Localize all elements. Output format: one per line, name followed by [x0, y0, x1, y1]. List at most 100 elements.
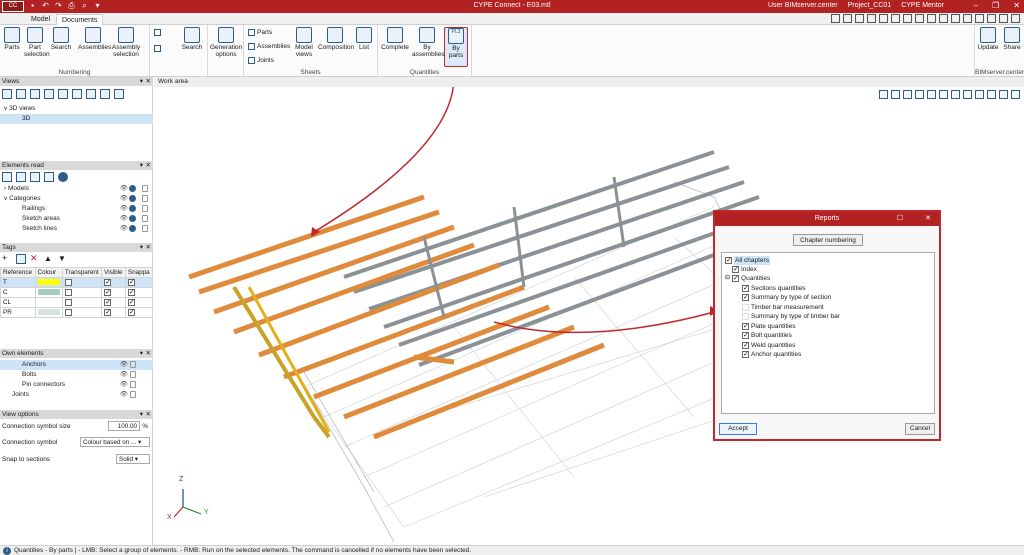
colour-swatch[interactable]: [37, 309, 60, 316]
update-button[interactable]: Update: [977, 27, 999, 51]
close-icon[interactable]: ✕: [146, 243, 151, 252]
sheets-assemblies-button[interactable]: Assemblies: [248, 43, 290, 50]
eye-icon[interactable]: 👁: [120, 204, 128, 214]
table-row[interactable]: CL: [0, 297, 154, 308]
restore-icon[interactable]: ❐: [992, 1, 999, 10]
info-icon[interactable]: [58, 172, 68, 182]
accept-button[interactable]: Accept: [719, 423, 757, 435]
assembly-selection-button[interactable]: Assembly selection: [110, 27, 142, 58]
view-icon[interactable]: [867, 14, 876, 23]
transparent-checkbox[interactable]: [64, 278, 72, 286]
view-icon[interactable]: [987, 14, 996, 23]
parts-button[interactable]: Parts: [2, 27, 22, 51]
pin-icon[interactable]: ▾: [140, 243, 143, 252]
view-icon[interactable]: [927, 14, 936, 23]
checkbox[interactable]: [742, 341, 749, 350]
view-tool-icon[interactable]: [114, 89, 124, 99]
checkbox[interactable]: [742, 313, 749, 320]
view-icon[interactable]: [975, 14, 984, 23]
group-icon[interactable]: [129, 195, 136, 202]
tree-node-bolts[interactable]: Bolts 👁: [0, 370, 153, 380]
pin-icon[interactable]: ▾: [140, 349, 143, 358]
visible-checkbox[interactable]: [104, 288, 112, 296]
list-item[interactable]: Summary by type of timber bar: [742, 312, 840, 321]
user-account[interactable]: User BIMserver.center: [768, 2, 838, 9]
group-icon[interactable]: [129, 225, 136, 232]
tree-node-3d[interactable]: 3D: [0, 114, 153, 124]
snap-to-sections-select[interactable]: Solid ▾: [116, 454, 150, 464]
lock-icon[interactable]: [130, 371, 136, 378]
eye-icon[interactable]: 👁: [120, 370, 128, 380]
view-icon[interactable]: [1011, 14, 1020, 23]
tree-node-pin-connectors[interactable]: Pin connectors 👁: [0, 380, 153, 390]
eye-icon[interactable]: 👁: [120, 380, 128, 390]
generation-options-button[interactable]: Generation options: [210, 27, 242, 58]
view-tool-icon[interactable]: [44, 89, 54, 99]
eye-icon[interactable]: 👁: [120, 194, 128, 204]
lock-icon[interactable]: [130, 361, 136, 368]
share-button[interactable]: Share: [1001, 27, 1023, 51]
transparent-checkbox[interactable]: [64, 298, 72, 306]
list-item[interactable]: ⊟Quantities: [725, 274, 770, 283]
element-tool-icon[interactable]: [44, 172, 54, 182]
tree-node-3d-views[interactable]: v 3D views: [0, 104, 153, 114]
snap-checkbox[interactable]: [127, 308, 135, 316]
column-header[interactable]: Snappa: [124, 267, 154, 278]
element-tool-icon[interactable]: [30, 172, 40, 182]
view-icon[interactable]: [891, 14, 900, 23]
table-row[interactable]: PR: [0, 307, 154, 318]
list-item[interactable]: Timber bar measurement: [742, 303, 824, 312]
by-assemblies-button[interactable]: By assemblies: [412, 27, 445, 58]
close-icon[interactable]: ✕: [146, 161, 151, 170]
snap-checkbox[interactable]: [127, 288, 135, 296]
checkbox[interactable]: [732, 274, 740, 283]
view-icon[interactable]: [843, 14, 852, 23]
tree-node-categories[interactable]: v Categories 👁: [0, 194, 153, 204]
view-icon[interactable]: [963, 14, 972, 23]
close-icon[interactable]: ✕: [146, 410, 151, 419]
transparent-checkbox[interactable]: [64, 288, 72, 296]
view-icon[interactable]: [999, 14, 1008, 23]
group-icon[interactable]: [129, 215, 136, 222]
sheets-parts-button[interactable]: Parts: [248, 29, 272, 36]
list-button[interactable]: List: [354, 27, 374, 51]
transparent-checkbox[interactable]: [64, 308, 72, 316]
checkbox[interactable]: [742, 293, 749, 302]
eye-icon[interactable]: 👁: [120, 214, 128, 224]
cype-mentor[interactable]: CYPE Mentor: [901, 2, 944, 9]
list-item[interactable]: Anchor quantities: [742, 350, 801, 359]
view-icon[interactable]: [903, 14, 912, 23]
lock-icon[interactable]: [142, 185, 148, 192]
eye-icon[interactable]: 👁: [120, 360, 128, 370]
pin-icon[interactable]: ▾: [140, 161, 143, 170]
composition-button[interactable]: Composition: [318, 27, 354, 51]
group-icon[interactable]: [129, 205, 136, 212]
tree-node-sketch-areas[interactable]: Sketch areas 👁: [0, 214, 153, 224]
maximize-icon[interactable]: ☐: [897, 212, 903, 226]
list-item[interactable]: Plate quantities: [742, 322, 795, 331]
list-item[interactable]: Bolt quantities: [742, 331, 792, 340]
view-icon[interactable]: [831, 14, 840, 23]
list-item[interactable]: All chapters: [725, 256, 770, 265]
project-name[interactable]: Project_CC01: [848, 2, 892, 9]
view-tool-icon[interactable]: [2, 89, 12, 99]
colour-swatch[interactable]: [37, 289, 60, 296]
collapse-icon[interactable]: ⊟: [725, 274, 730, 283]
view-icon[interactable]: [915, 14, 924, 23]
colour-swatch[interactable]: [37, 279, 60, 286]
view-tool-icon[interactable]: [72, 89, 82, 99]
close-icon[interactable]: ✕: [925, 212, 931, 226]
list-item[interactable]: Summary by type of section: [742, 293, 831, 302]
view-tool-icon[interactable]: [100, 89, 110, 99]
checkbox[interactable]: [742, 350, 749, 359]
eye-icon[interactable]: 👁: [120, 184, 128, 194]
tool-icon[interactable]: [154, 45, 161, 52]
table-row[interactable]: C: [0, 287, 154, 298]
checkbox[interactable]: [742, 304, 749, 311]
group-icon[interactable]: [129, 185, 136, 192]
pin-icon[interactable]: ▾: [140, 77, 143, 86]
colour-swatch[interactable]: [37, 299, 60, 306]
checkbox[interactable]: [742, 284, 749, 293]
search-assemblies-button[interactable]: Search: [180, 27, 204, 51]
snap-checkbox[interactable]: [127, 298, 135, 306]
